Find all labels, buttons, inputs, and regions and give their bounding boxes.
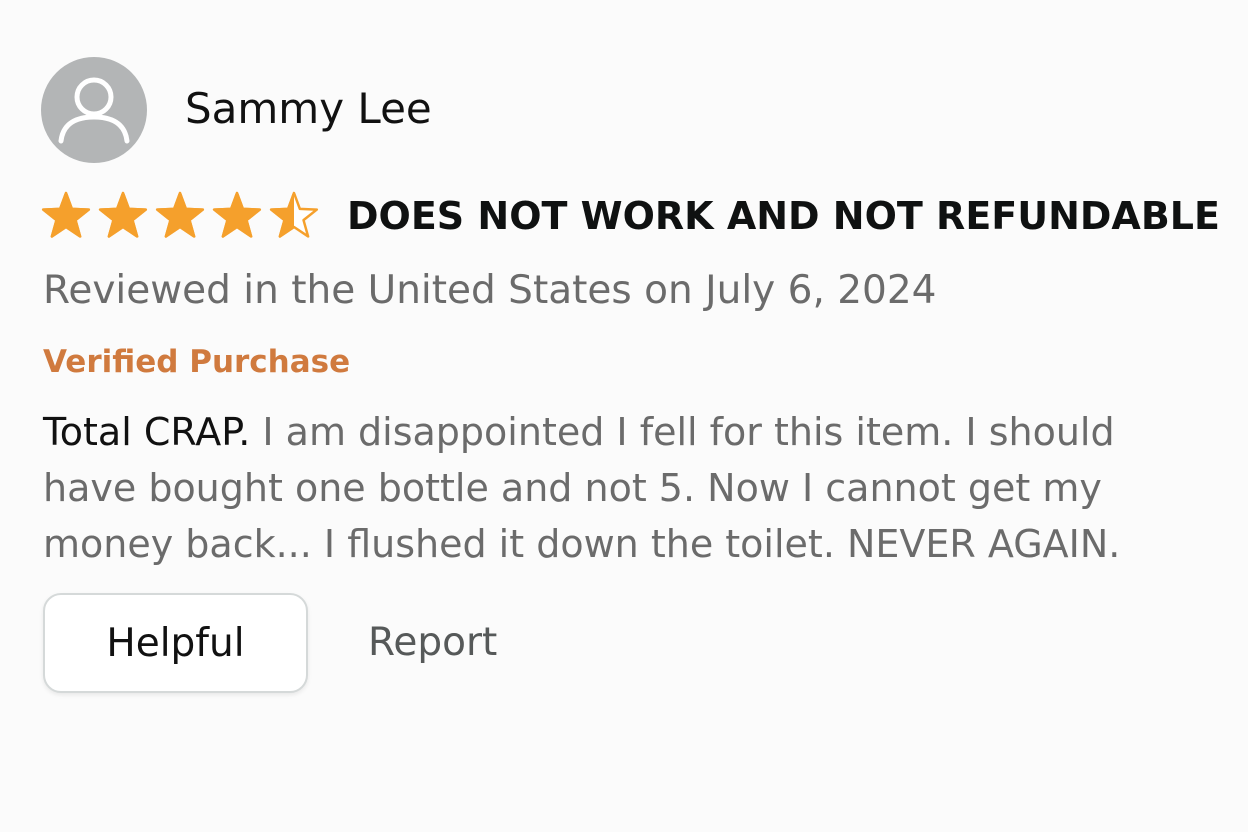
report-link[interactable]: Report: [368, 618, 497, 668]
review-title[interactable]: DOES NOT WORK AND NOT REFUNDABLE: [347, 188, 1220, 244]
reviewer-name[interactable]: Sammy Lee: [185, 84, 432, 134]
star-half-icon: [269, 191, 319, 238]
star-full-icon: [155, 191, 205, 238]
star-rating[interactable]: [40, 190, 325, 242]
star-full-icon: [98, 191, 148, 238]
avatar: [41, 57, 147, 163]
review-body-lead: Total CRAP.: [43, 410, 251, 454]
rating-row: DOES NOT WORK AND NOT REFUNDABLE: [40, 188, 1220, 244]
helpful-button[interactable]: Helpful: [43, 593, 308, 693]
star-full-icon: [212, 191, 262, 238]
verified-purchase-badge: Verified Purchase: [43, 344, 351, 380]
user-silhouette-icon: [58, 77, 130, 144]
review-date: Reviewed in the United States on July 6,…: [43, 268, 937, 313]
review-body: Total CRAP. I am disappointed I fell for…: [43, 404, 1193, 572]
star-full-icon: [41, 191, 91, 238]
